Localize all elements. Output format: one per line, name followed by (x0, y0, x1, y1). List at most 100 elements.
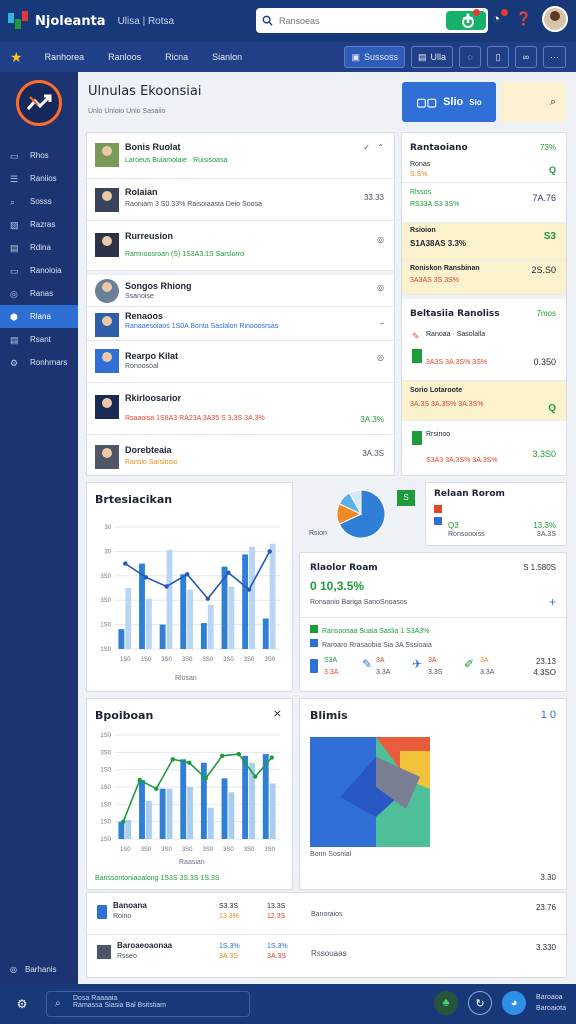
x-tick-label: 3S0 (161, 657, 172, 663)
sidebar-item-3[interactable]: ⌕ Sosss (0, 190, 78, 213)
help-icon[interactable]: ❓ (514, 9, 534, 29)
market-tile-5[interactable]: 23.13 4.3SO (516, 657, 556, 683)
pie-badge[interactable]: S (397, 490, 415, 506)
market-row-2[interactable]: Raroaro Rrasaobia Sia 3A Sssioaia (310, 639, 432, 649)
stat-right: 0.350 (533, 357, 556, 367)
heatmap-graphic (310, 737, 430, 847)
note-icon[interactable]: ▯ (487, 46, 509, 68)
feed-row-4[interactable]: Songos Rhiong Ssanoise ◎ (87, 275, 394, 307)
nav-primary-button[interactable]: ▣ Sussoss (344, 46, 405, 68)
link-icon[interactable]: ∞ (515, 46, 537, 68)
feed-sub: Ranaaesoiaos 1S0A Bonta Saslalon Rinooos… (125, 323, 279, 330)
lower-row-1[interactable]: Banoana Roino S3.3S 13.3% 13.3S 12.3S Ba… (87, 893, 566, 935)
chart-bar (207, 807, 214, 839)
stat-row-3[interactable]: Rsioion S1A38AS 3.3% S3 (402, 223, 566, 261)
primary-cta-button[interactable]: ▢▢ Slio Sio (402, 82, 496, 122)
sidebar-item-1[interactable]: ▭ Rhos (0, 144, 78, 167)
sidebar-item-10[interactable]: ⚙ Ronhrnars (0, 351, 78, 374)
market-tile-1[interactable]: S3A 3.3A (310, 657, 350, 683)
sidebar-label: Sosss (30, 197, 52, 206)
sidebar-footer[interactable]: ◎ Barhanis (10, 965, 57, 974)
sidebar-item-5[interactable]: ▤ Rdina (0, 236, 78, 259)
header-search-button[interactable]: ⌕ (500, 82, 566, 122)
nav-item-4[interactable]: Sianlon (212, 52, 242, 62)
kpi-card: Relaan Rorom Q3 13.3% Ronsoooiss 3A.3S (425, 482, 567, 546)
y-tick-label: 3S0 (100, 598, 111, 604)
assistant-icon[interactable]: ◕ (502, 991, 527, 1015)
feed-row-1[interactable]: Bonis Ruolat Laroeus Buiamolaie · Ruisis… (87, 133, 394, 179)
stats-card: Rantaoiano 73% Ronas S.S% Q Rlssos RS33A… (401, 132, 567, 476)
lower-row-2[interactable]: Baroaeoaonaa Rsseo 1S.3% 3A.3S 1S.3% 3A.… (87, 935, 566, 979)
market-row-1[interactable]: Ransoosaa Suaia Saslia 1 S3A3% (310, 625, 429, 635)
gear-icon: ⚙ (10, 357, 19, 368)
market-row-1-text: Ransoosaa Suaia Saslia 1 S3A3% (322, 628, 430, 635)
feed-right: ◎ (377, 283, 384, 292)
stat2-row-1[interactable]: ✎ Ranoaa · Sasolalla 3A3S 3A.3S% 3S% 0.3… (402, 325, 566, 381)
nav-item-1[interactable]: Ranhorea (45, 52, 85, 62)
feed-row-7[interactable]: Rkirloosarior Rsaaoisa 1S8A3 RA23A 3A35 … (87, 383, 394, 435)
feed-row-3[interactable]: Rurreusion Ramnoosroan (S) 1S3A3.1S Sars… (87, 221, 394, 271)
stat2-row-3[interactable]: Rrsinoo S3A3 3A.3S% 3A.3S% 3.3S0 (402, 421, 566, 477)
pin-icon: ✎ (362, 657, 373, 671)
sidebar-item-9[interactable]: ▤ Rsant (0, 328, 78, 351)
sidebar-item-6[interactable]: ▭ Ranoloia (0, 259, 78, 282)
sidebar-item-4[interactable]: ▨ Razras (0, 213, 78, 236)
feed-right: ◎ (377, 235, 384, 244)
clover-icon[interactable]: ♣ (434, 991, 459, 1015)
nav-secondary-button[interactable]: ▤ Ulla (410, 46, 453, 68)
nav-item-2[interactable]: Ranloos (108, 52, 141, 62)
chart-point (154, 786, 159, 791)
refresh-icon[interactable]: ↻ (468, 991, 493, 1015)
trend-logo-icon[interactable] (16, 80, 62, 126)
nav-item-3[interactable]: Ricna (165, 52, 188, 62)
heatmap-foot: Bonn Sosnial (310, 851, 352, 858)
notification-icon[interactable]: ◔ (486, 9, 508, 29)
chart-bar (269, 783, 276, 839)
feed-row-8[interactable]: Dorebteaia Ransio Sarslosio 3A.3S (87, 435, 394, 477)
settings-icon[interactable]: ⚙ (10, 992, 34, 1016)
lower-sub: Rsseo (117, 953, 137, 960)
app-brand-sub: Ulisa | Rotsa (117, 15, 175, 27)
user-avatar[interactable] (542, 6, 568, 32)
expand-icon[interactable]: ⌃ (377, 143, 384, 152)
brush-icon: ✐ (464, 657, 475, 671)
bottom-search[interactable]: ⌕ Dosa Raaaaia Ramassa Siasia Bal Bsitst… (46, 991, 250, 1017)
shield-icon: ⬢ (10, 311, 18, 322)
sidebar-item-8[interactable]: ⬢ Rlana (0, 305, 78, 328)
add-icon[interactable]: + (549, 595, 556, 609)
stat-label: Roniskon Ransbinan (410, 265, 480, 272)
sidebar-item-2[interactable]: ☰ Raniios (0, 167, 78, 190)
gift-icon[interactable]: ✚ (458, 9, 480, 29)
x-tick-label: 3S0 (182, 657, 193, 663)
feed-row-2[interactable]: Rolaian Raoniam 3 S0.33% Raisoiaasta Dei… (87, 179, 394, 221)
app-brand[interactable]: Njoleanta (35, 14, 106, 29)
kpi-label: Ronsoooiss (448, 531, 485, 538)
more-icon[interactable]: ⋯ (543, 46, 566, 68)
feed-row-5[interactable]: Renaoos Ranaaesoiaos 1S0A Bonta Saslalon… (87, 307, 394, 341)
chart-point (184, 572, 190, 577)
search-box[interactable] (256, 8, 488, 33)
tile-bottom: 3.3A (480, 669, 495, 676)
market-tile-4[interactable]: ✐ 3A 3.3A (464, 657, 504, 683)
nav-primary-label: Sussoss (363, 52, 398, 62)
stat-row-1[interactable]: Ronas S.S% Q (402, 159, 566, 183)
bottom-labels: Baroaoa Baroaiota (536, 992, 566, 1014)
x-tick-label: 3S0 (264, 657, 275, 663)
market-tile-2[interactable]: ✎ 3A 3.3A (362, 657, 402, 683)
x-tick-label: 1S0 (120, 847, 131, 853)
app-logo-icon[interactable] (8, 11, 30, 31)
favorite-star-icon[interactable]: ★ (10, 49, 23, 66)
stat2-row-2[interactable]: Sorio Lotaroote 3A.3S 3A.3S% 3A.3S% Q (402, 381, 566, 421)
sidebar-label: Ronhrnars (30, 358, 68, 367)
breadcrumb: Unlo Unloio Unlo Sasaiio (88, 108, 166, 115)
thumbnail (95, 143, 119, 167)
sidebar-item-7[interactable]: ◎ Ranas (0, 282, 78, 305)
market-tile-3[interactable]: ✈ 3A 3.3S (412, 657, 452, 683)
feed-right: – (379, 319, 384, 328)
stat-row-4[interactable]: Roniskon Ransbinan 3A3AS 3S.3S% 2S.S0 (402, 261, 566, 295)
feed-row-6[interactable]: Rearpo Kilat Ronoosoal ◎ (87, 341, 394, 383)
chat-icon[interactable]: ◌ (459, 46, 481, 68)
collapse-icon[interactable]: ⨯ (273, 707, 282, 720)
stat-row-2[interactable]: Rlssos RS33A.S3 3S% 7A.76 (402, 183, 566, 223)
chart-point (236, 751, 241, 757)
